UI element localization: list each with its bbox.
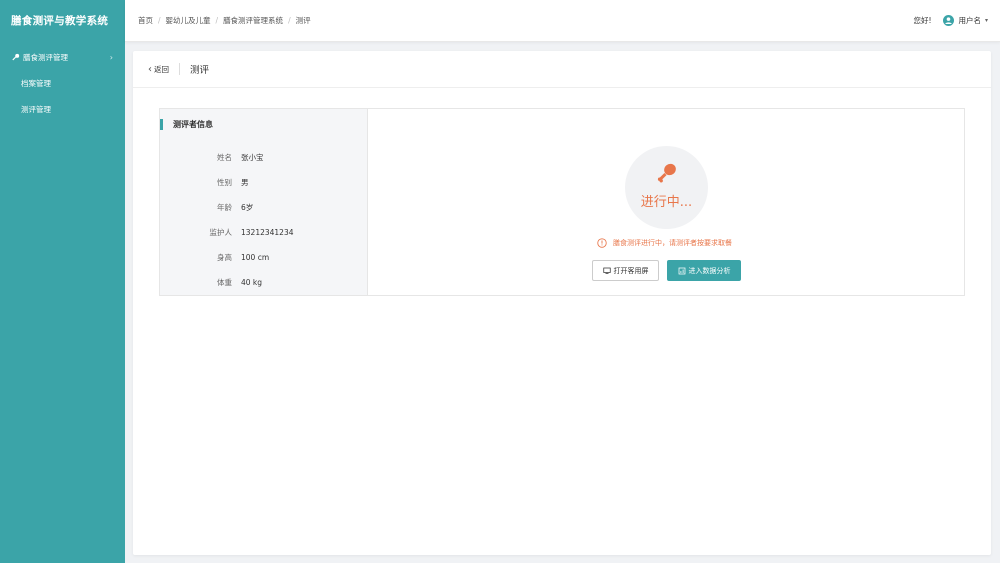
breadcrumb-children[interactable]: 婴幼儿及儿童 [166,15,211,26]
evaluation-panel: 测评者信息 姓名 张小宝 性别 男 年龄 6岁 监护人 13212341234 [159,108,965,296]
sidebar: 膳食测评与教学系统 膳食测评管理 › 档案管理 测评管理 [0,0,125,563]
header-divider [179,63,180,75]
subject-info-panel: 测评者信息 姓名 张小宝 性别 男 年龄 6岁 监护人 13212341234 [160,109,368,295]
page-title: 测评 [190,65,210,76]
info-row-age: 年龄 6岁 [160,195,367,220]
breadcrumb-separator: / [288,16,291,25]
status-circle: 进行中... [625,146,708,229]
info-row-name: 姓名 张小宝 [160,145,367,170]
subject-info-title: 测评者信息 [160,117,367,131]
sidebar-group-diet-eval[interactable]: 膳食测评管理 › [0,43,125,71]
chevron-left-icon: ‹ [148,63,152,75]
app-title: 膳食测评与教学系统 [11,15,109,27]
enter-data-analysis-button[interactable]: 进入数据分析 [667,260,741,281]
breadcrumb-separator: / [158,16,161,25]
info-value: 13212341234 [241,228,294,237]
info-value: 6岁 [241,203,254,212]
info-row-weight: 体重 40 kg [160,270,367,295]
status-panel: 进行中... 膳食测评进行中，请测评者按要求取餐 打开客用屏 进入数据分析 [368,109,964,295]
open-customer-screen-button[interactable]: 打开客用屏 [592,260,659,281]
info-key: 监护人 [209,228,233,237]
info-key: 姓名 [217,153,232,162]
sidebar-item-archive[interactable]: 档案管理 [0,71,125,97]
back-button[interactable]: ‹ 返回 [148,64,169,75]
analysis-icon [678,267,685,274]
chevron-right-icon: › [109,52,113,62]
breadcrumb-separator: / [215,16,219,25]
main-card: ‹ 返回 测评 测评者信息 姓名 张小宝 性别 男 年龄 6岁 监护人 1321… [133,51,991,555]
user-menu[interactable]: 用户名 ▾ [943,15,988,26]
info-value: 张小宝 [241,153,264,162]
subject-info-title-text: 测评者信息 [173,119,213,129]
info-value: 100 cm [241,253,270,262]
info-key: 年龄 [217,203,232,212]
info-row-height: 身高 100 cm [160,245,367,270]
sidebar-item-eval[interactable]: 测评管理 [0,97,125,123]
drumstick-icon [657,163,676,183]
subject-info-rows: 姓名 张小宝 性别 男 年龄 6岁 监护人 13212341234 身高 100… [160,145,367,295]
enter-data-analysis-label: 进入数据分析 [688,266,731,275]
page-header: ‹ 返回 测评 [133,51,991,88]
info-row-gender: 性别 男 [160,170,367,195]
breadcrumb-system[interactable]: 膳食测评管理系统 [223,15,283,26]
greeting-text: 您好! [913,16,932,25]
status-alert: 膳食测评进行中，请测评者按要求取餐 [597,238,732,248]
warning-circle-icon [597,238,607,248]
key-icon [12,53,20,60]
status-text: 进行中... [640,195,693,210]
open-customer-screen-label: 打开客用屏 [613,266,649,275]
info-key: 身高 [217,253,232,262]
breadcrumb: 首页 / 婴幼儿及儿童 / 膳食测评管理系统 / 测评 [138,15,913,26]
breadcrumb-home[interactable]: 首页 [138,15,153,26]
title-accent-bar [160,118,163,130]
info-key: 性别 [217,178,232,187]
top-header: 首页 / 婴幼儿及儿童 / 膳食测评管理系统 / 测评 您好! 用户名 ▾ [125,0,1000,42]
breadcrumb-current: 测评 [295,16,311,25]
info-value: 40 kg [241,278,263,287]
back-label: 返回 [154,64,169,74]
monitor-icon [602,267,611,274]
info-value: 男 [241,178,249,187]
info-key: 体重 [217,278,232,287]
username: 用户名 [958,16,981,25]
user-avatar-icon [943,15,955,26]
status-alert-text: 膳食测评进行中，请测评者按要求取餐 [613,239,732,247]
sidebar-group-label: 膳食测评管理 [23,52,68,62]
caret-down-icon: ▾ [984,17,988,24]
info-row-guardian: 监护人 13212341234 [160,220,367,245]
